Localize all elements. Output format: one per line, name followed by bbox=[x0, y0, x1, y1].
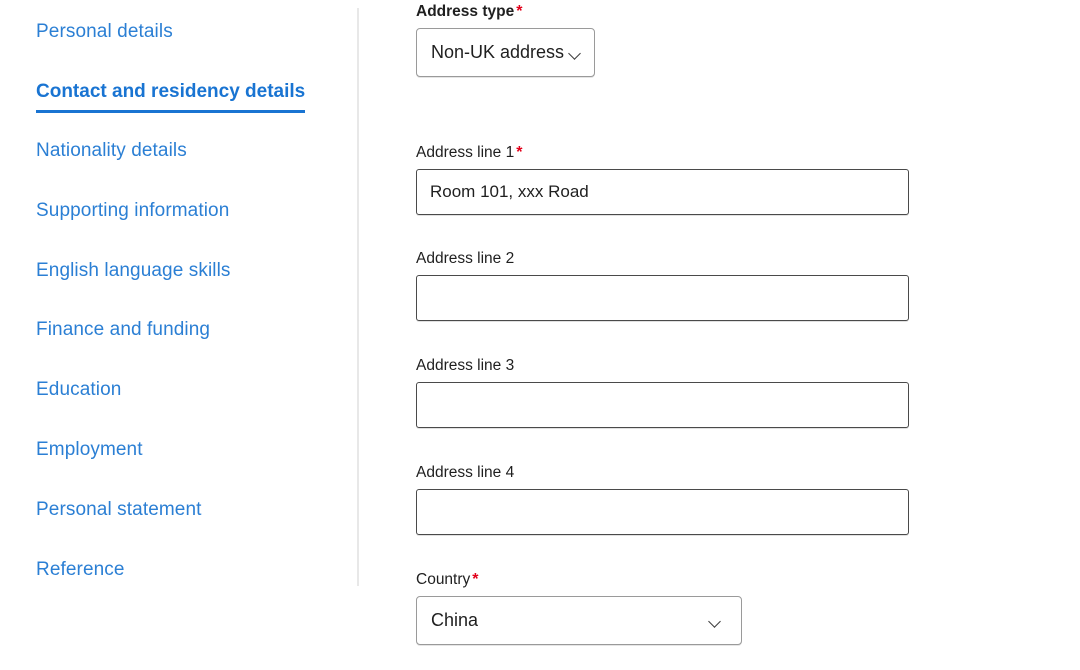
field-address-line-3: Address line 3 bbox=[416, 356, 909, 428]
address-line-1-label: Address line 1 * bbox=[416, 144, 523, 161]
address-line-2-label: Address line 2 bbox=[416, 250, 515, 267]
address-type-label: Address type * bbox=[416, 3, 523, 20]
country-label: Country * bbox=[416, 571, 479, 588]
address-form: Address type * Non-UK address Address lin… bbox=[0, 0, 1080, 670]
address-line-3-input[interactable] bbox=[416, 382, 909, 428]
field-address-line-2: Address line 2 bbox=[416, 249, 909, 321]
required-asterisk: * bbox=[516, 3, 523, 20]
field-address-line-4: Address line 4 bbox=[416, 463, 909, 535]
required-asterisk: * bbox=[472, 571, 479, 588]
application-form-page: Personal details Contact and residency d… bbox=[0, 0, 1080, 670]
address-line-2-input[interactable] bbox=[416, 275, 909, 321]
field-country: Country * China bbox=[416, 570, 742, 645]
country-select[interactable]: China bbox=[416, 596, 742, 645]
address-line-3-label: Address line 3 bbox=[416, 357, 515, 374]
address-type-selected-value: Non-UK address bbox=[431, 42, 565, 62]
address-type-select[interactable]: Non-UK address bbox=[416, 28, 595, 77]
required-asterisk: * bbox=[516, 144, 523, 161]
field-address-type: Address type * Non-UK address bbox=[416, 2, 595, 77]
field-address-line-1: Address line 1 * bbox=[416, 143, 909, 215]
address-line-1-input[interactable] bbox=[416, 169, 909, 215]
country-selected-value: China bbox=[431, 610, 479, 630]
address-line-4-label: Address line 4 bbox=[416, 464, 515, 481]
address-line-4-input[interactable] bbox=[416, 489, 909, 535]
